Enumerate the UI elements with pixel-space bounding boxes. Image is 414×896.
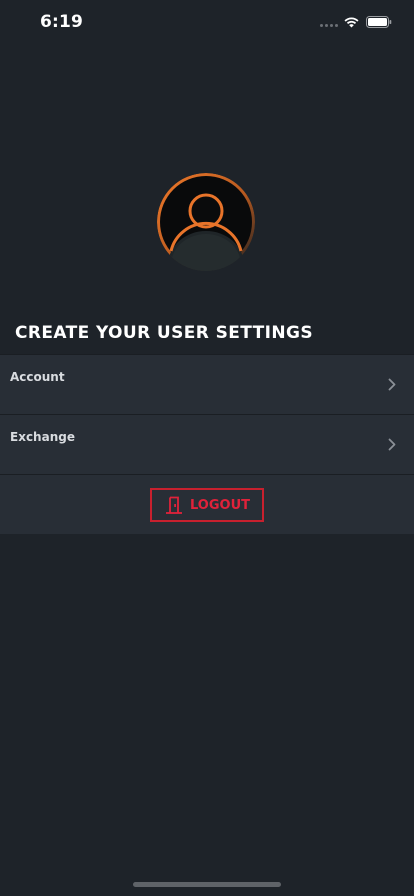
chevron-right-icon <box>388 438 396 451</box>
settings-item-exchange[interactable]: Exchange <box>0 414 414 474</box>
logout-label: LOGOUT <box>189 497 251 513</box>
cellular-signal-icon <box>320 24 338 27</box>
home-indicator[interactable] <box>133 882 281 887</box>
settings-item-label: Exchange <box>10 430 75 444</box>
settings-item-label: Account <box>10 370 65 384</box>
status-bar: 6:19 <box>0 0 414 44</box>
wifi-icon <box>344 17 359 28</box>
battery-icon <box>366 16 392 28</box>
settings-list: Account Exchange LOGOUT <box>0 354 414 534</box>
page-title: CREATE YOUR USER SETTINGS <box>15 323 313 343</box>
status-time: 6:19 <box>40 12 84 32</box>
logout-row: LOGOUT <box>0 474 414 534</box>
user-avatar-icon <box>157 173 255 271</box>
user-avatar[interactable] <box>157 173 255 271</box>
settings-screen: 6:19 CREATE YOUR USER SETTINGS Account E… <box>0 0 414 896</box>
logout-button[interactable]: LOGOUT <box>150 488 264 522</box>
door-exit-icon <box>165 496 182 514</box>
chevron-right-icon <box>388 378 396 391</box>
settings-item-account[interactable]: Account <box>0 354 414 414</box>
